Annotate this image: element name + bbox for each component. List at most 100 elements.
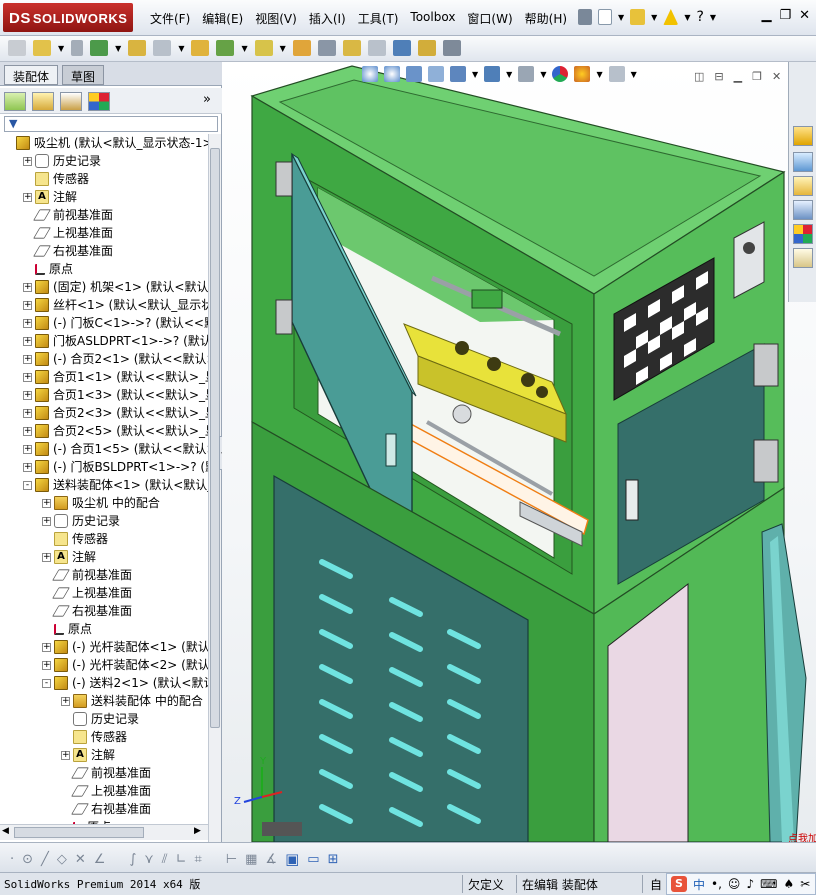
tree-filter-input[interactable]: ▼ bbox=[4, 116, 218, 132]
assembly-features-icon[interactable] bbox=[216, 40, 235, 56]
hide-show-items-icon[interactable] bbox=[518, 66, 535, 82]
edit-component-icon[interactable] bbox=[8, 40, 26, 56]
tree-item[interactable]: 右视基准面 bbox=[42, 602, 132, 620]
tree-item[interactable]: + A 注解 bbox=[42, 548, 96, 566]
tree-item[interactable]: + (-) 门板C<1>->? (默认<<默认 bbox=[23, 314, 208, 332]
interference-detection-icon[interactable] bbox=[392, 40, 411, 56]
expand-arrow-icon[interactable]: » bbox=[203, 92, 211, 107]
chevron-down-icon[interactable]: ▼ bbox=[241, 44, 247, 53]
expand-icon[interactable]: + bbox=[42, 498, 51, 508]
tree-item[interactable]: 右视基准面 bbox=[23, 242, 113, 260]
scroll-thumb[interactable] bbox=[14, 827, 144, 838]
expand-icon[interactable]: + bbox=[61, 696, 70, 706]
clearance-verification-icon[interactable] bbox=[417, 40, 436, 56]
tree-horizontal-scrollbar[interactable]: ◀ ▶ bbox=[0, 824, 208, 840]
expand-icon[interactable]: + bbox=[23, 426, 32, 436]
microphone-icon[interactable]: ♪ bbox=[746, 877, 754, 891]
tree-item[interactable]: + 合页1<1> (默认<<默认>_显示状 bbox=[23, 368, 208, 386]
tree-item[interactable]: + 丝杆<1> (默认<默认_显示状态 bbox=[23, 296, 208, 314]
help-icon[interactable]: ? bbox=[696, 9, 703, 25]
menu-help[interactable]: 帮助(H) bbox=[525, 10, 567, 27]
expand-icon[interactable]: + bbox=[23, 462, 32, 472]
expand-icon[interactable]: + bbox=[42, 552, 51, 562]
show-hidden-icon[interactable] bbox=[191, 40, 210, 56]
grid-icon[interactable]: ▦ bbox=[245, 852, 257, 867]
point-icon[interactable]: · bbox=[10, 852, 14, 867]
view-settings-icon[interactable] bbox=[608, 66, 625, 82]
expand-icon[interactable]: + bbox=[23, 444, 32, 454]
mate-icon[interactable] bbox=[71, 40, 84, 56]
tree-item[interactable]: 传感器 bbox=[61, 728, 127, 746]
design-library-icon[interactable] bbox=[793, 152, 813, 172]
menu-tools[interactable]: 工具(T) bbox=[358, 10, 399, 27]
tab-assembly[interactable]: 装配体 bbox=[4, 65, 59, 85]
spline-icon[interactable]: ∫ bbox=[129, 852, 136, 867]
minimize-icon[interactable]: ▁ bbox=[734, 70, 742, 83]
custom-properties-icon[interactable] bbox=[793, 248, 813, 268]
chevron-down-icon[interactable]: ▼ bbox=[651, 13, 657, 22]
expand-icon[interactable]: + bbox=[23, 192, 32, 202]
display-style-icon[interactable] bbox=[484, 66, 501, 82]
dimension-icon[interactable]: ⌗ bbox=[194, 852, 201, 867]
chevron-down-icon[interactable]: ▼ bbox=[472, 70, 478, 79]
tree-item[interactable]: + 门板ASLDPRT<1>->? (默认<<默 bbox=[23, 332, 208, 350]
tree-item[interactable]: + (-) 门板BSLDPRT<1>->? (默认 bbox=[23, 458, 208, 476]
chevron-down-icon[interactable]: ▼ bbox=[684, 13, 690, 22]
linear-dimension-icon[interactable]: ⊢ bbox=[226, 852, 237, 867]
expand-icon[interactable]: + bbox=[61, 750, 70, 760]
angle-icon[interactable]: ∡ bbox=[265, 852, 277, 867]
linear-pattern-icon[interactable] bbox=[90, 40, 109, 56]
tree-item[interactable]: 前视基准面 bbox=[61, 764, 151, 782]
tree-vertical-scrollbar[interactable] bbox=[208, 134, 221, 889]
convert-icon[interactable]: ⋎ bbox=[144, 852, 154, 867]
tree-item[interactable]: 历史记录 bbox=[61, 710, 139, 728]
appearances-icon[interactable] bbox=[793, 224, 813, 244]
tree-item[interactable]: 吸尘机 (默认<默认_显示状态-1> bbox=[4, 134, 208, 152]
expand-icon[interactable]: + bbox=[23, 156, 32, 166]
warning-icon[interactable] bbox=[663, 9, 679, 25]
skin-icon[interactable]: ♠ bbox=[783, 877, 794, 891]
property-manager-icon[interactable] bbox=[32, 92, 54, 111]
chevron-down-icon[interactable]: ▼ bbox=[596, 70, 602, 79]
shaded-display-icon[interactable]: ▣ bbox=[285, 850, 299, 868]
tree-item[interactable]: 上视基准面 bbox=[61, 782, 151, 800]
tree-item[interactable]: + 吸尘机 中的配合 bbox=[42, 494, 160, 512]
tools-icon[interactable]: ✂ bbox=[800, 877, 810, 891]
hole-alignment-icon[interactable] bbox=[442, 40, 461, 56]
circle-center-icon[interactable]: ⊙ bbox=[22, 852, 33, 867]
keyboard-icon[interactable]: ⌨ bbox=[760, 877, 777, 891]
single-view-icon[interactable]: ▭ bbox=[307, 852, 319, 867]
tree-item[interactable]: + A 注解 bbox=[61, 746, 115, 764]
polygon-icon[interactable]: ◇ bbox=[57, 852, 67, 867]
split-view-icon[interactable]: ◫ bbox=[694, 70, 704, 83]
menu-insert[interactable]: 插入(I) bbox=[309, 10, 346, 27]
tree-item[interactable]: + 合页2<5> (默认<<默认>_显示状 bbox=[23, 422, 208, 440]
configuration-manager-icon[interactable] bbox=[60, 92, 82, 111]
chevron-down-icon[interactable]: ▼ bbox=[115, 44, 121, 53]
tree-item[interactable]: 传感器 bbox=[23, 170, 89, 188]
trim-icon[interactable]: ✕ bbox=[75, 852, 86, 867]
graphics-viewport[interactable]: Y Z ▼ ▼ ▼ ▼ ▼ ◫ ⊟ ▁ ❐ ✕ 点我加 bbox=[222, 62, 816, 842]
exploded-view-icon[interactable] bbox=[342, 40, 361, 56]
restore-icon[interactable]: ❐ bbox=[752, 70, 762, 83]
tree-item[interactable]: 前视基准面 bbox=[42, 566, 132, 584]
zoom-to-area-icon[interactable] bbox=[384, 66, 400, 82]
tree-item[interactable]: 原点 bbox=[23, 260, 73, 278]
bill-of-materials-icon[interactable] bbox=[317, 40, 336, 56]
close-icon[interactable]: ✕ bbox=[799, 8, 810, 23]
menu-toolbox[interactable]: Toolbox bbox=[410, 10, 455, 27]
tree-item[interactable]: 上视基准面 bbox=[42, 584, 132, 602]
chevron-down-icon[interactable]: ▼ bbox=[506, 70, 512, 79]
tab-sketch[interactable]: 草图 bbox=[62, 65, 105, 85]
expand-icon[interactable]: + bbox=[42, 660, 51, 670]
chevron-down-icon[interactable]: ▼ bbox=[540, 70, 546, 79]
ime-language-toggle[interactable]: 中 bbox=[693, 876, 705, 893]
close-icon[interactable]: ✕ bbox=[772, 70, 781, 83]
solidworks-logo[interactable]: DS SOLIDWORKS bbox=[3, 3, 133, 32]
chevron-down-icon[interactable]: ▼ bbox=[178, 44, 184, 53]
chevron-down-icon[interactable]: ▼ bbox=[58, 44, 64, 53]
tree-item[interactable]: + (-) 光杆装配体<1> (默认< bbox=[42, 638, 208, 656]
minimize-icon[interactable]: ▁ bbox=[761, 8, 771, 23]
view-palette-icon[interactable] bbox=[793, 200, 813, 220]
reference-geometry-icon[interactable] bbox=[254, 40, 273, 56]
